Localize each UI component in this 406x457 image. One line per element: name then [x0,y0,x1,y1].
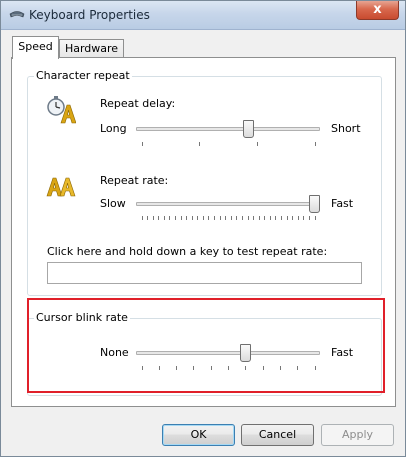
slider-tick [281,216,283,220]
close-button[interactable]: x [356,1,399,20]
slider-tick [275,216,277,220]
repeat-rate-min-label: Slow [100,197,126,210]
slider-tick [256,142,258,146]
slider-tick [247,216,249,220]
slider-tick [191,216,193,220]
slider-tick [303,216,305,220]
keyboard-properties-window: Keyboard Properties x Speed Hardware Cha… [0,0,406,457]
slider-tick [199,142,201,146]
slider-tick [241,216,243,220]
slider-tick [158,216,160,220]
repeat-rate-slider-track[interactable] [136,202,320,206]
title-bar[interactable]: Keyboard Properties x [1,1,405,30]
ok-button[interactable]: OK [162,424,235,446]
slider-tick [202,216,204,220]
apply-button[interactable]: Apply [321,424,394,446]
cancel-button[interactable]: Cancel [241,424,314,446]
repeat-delay-label: Repeat delay: [100,97,176,110]
slider-tick [308,216,310,220]
repeat-delay-min-label: Long [100,122,127,135]
repeat-rate-label: Repeat rate: [100,174,169,187]
slider-tick [174,216,176,220]
slider-tick [186,216,188,220]
slider-tick [141,216,143,220]
slider-tick [253,216,255,220]
window-title: Keyboard Properties [29,8,150,22]
slider-tick [258,216,260,220]
repeat-delay-slider-thumb[interactable] [243,120,255,138]
slider-tick [152,216,154,220]
double-letter-a-icon [46,177,76,197]
slider-tick [292,216,294,220]
slider-tick [236,216,238,220]
slider-tick [219,216,221,220]
test-repeat-input[interactable] [47,262,362,284]
repeat-rate-slider-thumb[interactable] [309,195,320,213]
slider-tick [180,216,182,220]
slider-tick [230,216,232,220]
tab-speed[interactable]: Speed [12,36,59,59]
slider-tick [197,216,199,220]
slider-tick [269,216,271,220]
stopwatch-letter-icon [47,96,76,124]
close-icon: x [373,2,382,17]
slider-tick [264,216,266,220]
repeat-rate-max-label: Fast [331,197,354,210]
tab-hardware[interactable]: Hardware [59,39,124,58]
slider-tick [297,216,299,220]
character-repeat-legend: Character repeat [34,69,132,82]
repeat-rate-ticks [136,216,320,220]
repeat-delay-ticks [136,142,320,146]
keyboard-icon [9,11,25,18]
slider-tick [208,216,210,220]
test-repeat-label: Click here and hold down a key to test r… [47,245,328,258]
repeat-delay-max-label: Short [331,122,361,135]
cursor-blink-highlight [27,298,385,393]
slider-tick [314,142,316,146]
slider-tick [163,216,165,220]
slider-tick [214,216,216,220]
slider-tick [286,216,288,220]
slider-tick [141,142,143,146]
repeat-delay-slider-track[interactable] [136,127,320,131]
slider-tick [169,216,171,220]
slider-tick [314,216,316,220]
slider-tick [147,216,149,220]
slider-tick [225,216,227,220]
